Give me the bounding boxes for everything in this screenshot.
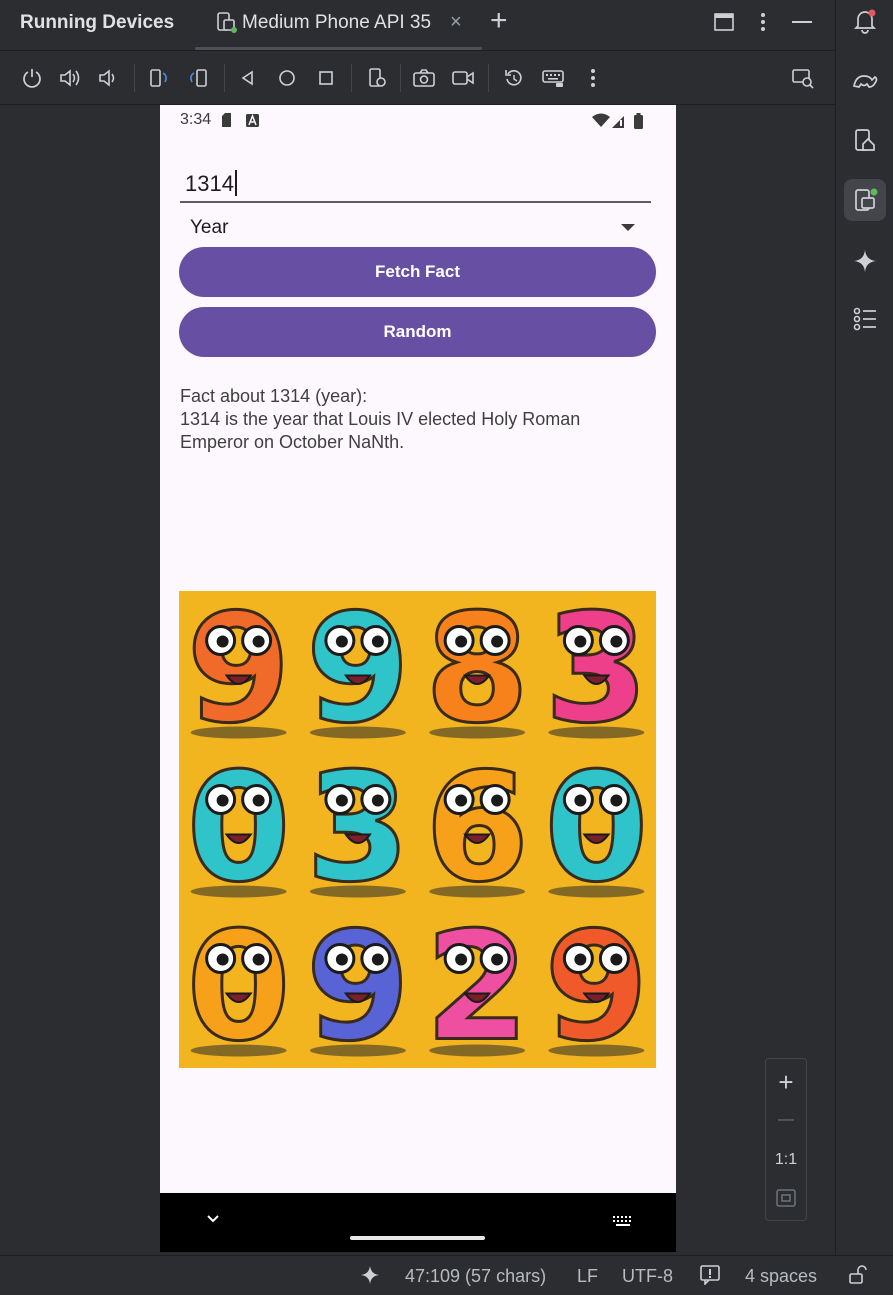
dropdown-arrow-icon [621, 224, 635, 231]
device-mirroring-icon[interactable] [790, 65, 816, 91]
screenshot-icon[interactable] [411, 65, 437, 91]
toolbar-separator [134, 64, 135, 92]
screen-record-icon[interactable] [450, 65, 476, 91]
reset-icon[interactable] [501, 65, 527, 91]
lock-icon[interactable] [848, 1265, 868, 1290]
ai-assistant-icon[interactable] [360, 1265, 380, 1290]
gemini-icon[interactable] [844, 240, 886, 282]
phone-screen[interactable]: 3:34 1314 Year Fetch Fact Random Fact ab… [160, 105, 676, 1252]
power-icon[interactable] [19, 65, 45, 91]
ide-status-bar: 47:109 (57 chars) LF UTF-8 4 spaces [0, 1255, 893, 1295]
cartoon-digit: 3 [304, 740, 411, 917]
rotate-left-icon[interactable] [146, 65, 172, 91]
zoom-controls: + — 1:1 [765, 1058, 807, 1221]
tab-close-icon[interactable]: × [450, 11, 462, 34]
structure-list-icon[interactable] [844, 298, 886, 340]
indent-setting[interactable]: 4 spaces [745, 1266, 817, 1287]
number-input-text: 1314 [185, 171, 234, 196]
line-ending[interactable]: LF [577, 1266, 598, 1287]
keyboard-icon[interactable] [540, 65, 566, 91]
svg-text:6: 6 [425, 742, 529, 916]
cartoon-digit: 0 [543, 740, 650, 917]
volume-up-icon[interactable] [57, 65, 83, 91]
toolbar-separator [400, 64, 401, 92]
number-characters-image: 998303600929 [179, 591, 656, 1068]
notifications-icon[interactable] [844, 0, 886, 42]
type-dropdown-value: Year [190, 217, 229, 238]
right-tool-strip [835, 0, 893, 1255]
device-settings-icon[interactable] [364, 65, 390, 91]
svg-text:3: 3 [544, 591, 648, 757]
cartoon-digit: 2 [423, 899, 530, 1069]
cartoon-digit: 9 [185, 591, 292, 758]
fact-heading: Fact about 1314 (year): [180, 386, 368, 406]
gradle-icon[interactable] [844, 58, 886, 100]
device-toolbar [0, 50, 835, 105]
window-layout-icon[interactable] [712, 10, 736, 34]
cartoon-digit: 9 [543, 899, 650, 1069]
signal-battery-icons [592, 112, 646, 135]
nav-keyboard-icon[interactable] [612, 1215, 634, 1233]
title-bar: Running Devices Medium Phone API 35 × + [0, 0, 835, 50]
device-manager-icon[interactable] [844, 120, 886, 162]
svg-text:2: 2 [425, 901, 529, 1069]
add-tab-button[interactable]: + [490, 6, 508, 36]
nav-collapse-icon[interactable] [206, 1211, 220, 1229]
svg-text:0: 0 [544, 742, 648, 916]
svg-text:8: 8 [425, 591, 529, 757]
cartoon-digit: 9 [304, 899, 411, 1069]
toolbar-separator [351, 64, 352, 92]
gesture-handle[interactable] [350, 1236, 485, 1240]
svg-text:9: 9 [186, 591, 290, 757]
running-devices-icon[interactable] [844, 179, 886, 221]
options-menu-icon[interactable] [751, 10, 775, 34]
panel-title: Running Devices [20, 12, 175, 33]
more-icon[interactable] [580, 65, 606, 91]
fact-body: 1314 is the year that Louis IV elected H… [180, 409, 581, 452]
cartoon-digit: 3 [543, 591, 650, 758]
cartoon-digit: 6 [423, 740, 530, 917]
rotate-right-icon[interactable] [186, 65, 212, 91]
svg-text:0: 0 [186, 742, 290, 916]
home-icon[interactable] [274, 65, 300, 91]
cartoon-digit: 0 [185, 740, 292, 917]
number-characters-illustration: 9 9 8 30 3 6 00 9 2 9 [185, 591, 650, 1069]
volume-down-icon[interactable] [95, 65, 121, 91]
fact-text: Fact about 1314 (year): 1314 is the year… [180, 385, 650, 454]
zoom-out-button[interactable]: — [766, 1105, 806, 1135]
random-button[interactable]: Random [179, 307, 656, 357]
status-time: 3:34 [180, 111, 212, 128]
inspection-icon[interactable] [700, 1265, 720, 1290]
cartoon-digit: 0 [185, 899, 292, 1069]
type-dropdown[interactable]: Year [180, 209, 640, 245]
fetch-fact-button[interactable]: Fetch Fact [179, 247, 656, 297]
fit-screen-icon[interactable] [766, 1183, 806, 1213]
number-input[interactable]: 1314 [180, 163, 651, 203]
file-encoding[interactable]: UTF-8 [622, 1266, 673, 1287]
svg-text:9: 9 [544, 901, 648, 1069]
android-status-bar: 3:34 [160, 105, 676, 137]
sd-card-icon [220, 113, 260, 134]
tab-label: Medium Phone API 35 [242, 12, 432, 33]
tab-medium-phone[interactable]: Medium Phone API 35 × [195, 0, 482, 50]
svg-text:0: 0 [186, 901, 290, 1069]
actual-size-button[interactable]: 1:1 [766, 1145, 806, 1175]
text-caret [234, 170, 237, 196]
cartoon-digit: 9 [304, 591, 411, 758]
ide-window: Running Devices Medium Phone API 35 × + [0, 0, 893, 1295]
svg-text:9: 9 [306, 591, 410, 757]
minimize-icon[interactable] [790, 10, 814, 34]
svg-text:3: 3 [306, 742, 410, 916]
number-input-value: 1314 [185, 170, 237, 197]
android-nav-bar [160, 1193, 676, 1252]
back-icon[interactable] [235, 65, 261, 91]
toolbar-separator [224, 64, 225, 92]
svg-text:9: 9 [306, 901, 410, 1069]
toolbar-separator [488, 64, 489, 92]
overview-icon[interactable] [313, 65, 339, 91]
zoom-in-button[interactable]: + [766, 1067, 806, 1097]
device-icon [215, 11, 237, 33]
cartoon-digit: 8 [423, 591, 530, 758]
caret-position[interactable]: 47:109 (57 chars) [405, 1266, 546, 1287]
